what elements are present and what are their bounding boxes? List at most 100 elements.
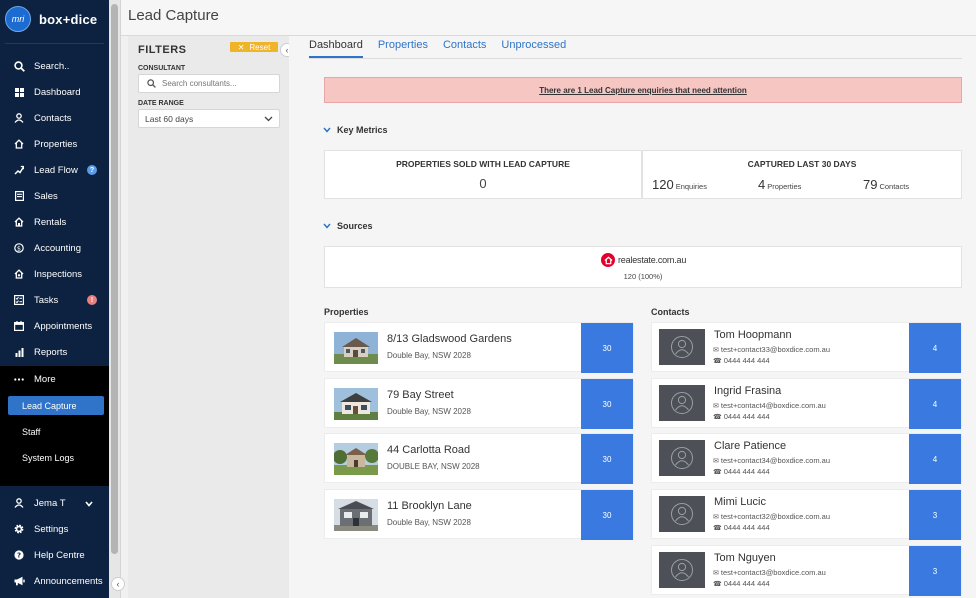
submenu-item-system-logs[interactable]: System Logs bbox=[8, 448, 104, 467]
help-icon: ? bbox=[12, 550, 26, 560]
enquiry-count-button[interactable]: 30 bbox=[581, 434, 633, 484]
contact-phone-row: ☎ 0444 444 444 bbox=[713, 523, 770, 532]
contact-name: Ingrid Frasina bbox=[714, 385, 782, 397]
contact-email[interactable]: test+contact33@boxdice.com.au bbox=[721, 345, 830, 354]
consultant-search-field[interactable] bbox=[138, 74, 280, 93]
scrollbar-thumb[interactable] bbox=[111, 4, 118, 554]
contact-phone[interactable]: 0444 444 444 bbox=[724, 523, 770, 532]
sidebar-item-search[interactable]: Search.. bbox=[0, 53, 109, 79]
enquiry-count-button[interactable]: 4 bbox=[909, 434, 961, 484]
brand[interactable]: mri box+dice bbox=[5, 6, 97, 32]
contact-card[interactable]: Tom Nguyen ✉ test+contact3@boxdice.com.au… bbox=[651, 545, 962, 596]
sidebar-item-label: Search.. bbox=[34, 60, 70, 72]
sidebar-item-tasks[interactable]: Tasks ! bbox=[0, 287, 109, 313]
tab-unprocessed[interactable]: Unprocessed bbox=[501, 38, 566, 58]
realestate-icon bbox=[601, 253, 615, 267]
contact-email-row: ✉ test+contact34@boxdice.com.au bbox=[713, 456, 830, 465]
brand-logo: mri bbox=[5, 6, 31, 32]
sidebar-item-contacts[interactable]: Contacts bbox=[0, 105, 109, 131]
sidebar-item-label: Help Centre bbox=[34, 549, 85, 561]
attention-alert-link[interactable]: There are 1 Lead Capture enquiries that … bbox=[539, 86, 747, 95]
sidebar-scrollbar[interactable] bbox=[109, 0, 121, 598]
contact-email-row: ✉ test+contact32@boxdice.com.au bbox=[713, 512, 830, 521]
contact-name: Mimi Lucic bbox=[714, 496, 766, 508]
brand-name: box+dice bbox=[39, 11, 98, 27]
sidebar-item-properties[interactable]: Properties bbox=[0, 131, 109, 157]
property-card[interactable]: 79 Bay Street Double Bay, NSW 2028 30 bbox=[324, 378, 634, 429]
contact-phone[interactable]: 0444 444 444 bbox=[724, 412, 770, 421]
property-card[interactable]: 11 Brooklyn Lane Double Bay, NSW 2028 30 bbox=[324, 489, 634, 540]
tab-contacts[interactable]: Contacts bbox=[443, 38, 486, 58]
sidebar-item-dashboard[interactable]: Dashboard bbox=[0, 79, 109, 105]
chevron-down-icon bbox=[85, 499, 93, 510]
property-address: 11 Brooklyn Lane bbox=[387, 500, 472, 512]
property-card[interactable]: 44 Carlotta Road DOUBLE BAY, NSW 2028 30 bbox=[324, 433, 634, 484]
enquiry-count-button[interactable]: 3 bbox=[909, 546, 961, 596]
megaphone-icon bbox=[12, 576, 26, 586]
property-card[interactable]: 8/13 Gladswood Gardens Double Bay, NSW 2… bbox=[324, 322, 634, 373]
search-icon bbox=[12, 60, 26, 72]
enquiry-count-button[interactable]: 4 bbox=[909, 323, 961, 373]
tab-dashboard[interactable]: Dashboard bbox=[309, 38, 363, 58]
avatar bbox=[659, 385, 705, 421]
property-suburb: DOUBLE BAY, NSW 2028 bbox=[387, 462, 480, 471]
enquiry-count-button[interactable]: 3 bbox=[909, 490, 961, 540]
contact-email[interactable]: test+contact32@boxdice.com.au bbox=[721, 512, 830, 521]
contact-card[interactable]: Tom Hoopmann ✉ test+contact33@boxdice.com… bbox=[651, 322, 962, 373]
submenu-item-staff[interactable]: Staff bbox=[8, 422, 104, 441]
date-range-select[interactable]: Last 60 days bbox=[138, 109, 280, 128]
sidebar-item-rentals[interactable]: Rentals bbox=[0, 209, 109, 235]
sidebar-item-settings[interactable]: Settings bbox=[0, 516, 109, 542]
enquiry-count-button[interactable]: 30 bbox=[581, 379, 633, 429]
user-menu[interactable]: Jema T bbox=[0, 490, 109, 516]
contact-card[interactable]: Ingrid Frasina ✉ test+contact4@boxdice.co… bbox=[651, 378, 962, 429]
contact-email[interactable]: test+contact4@boxdice.com.au bbox=[721, 401, 826, 410]
property-photo bbox=[334, 332, 378, 364]
enquiry-count-button[interactable]: 30 bbox=[581, 490, 633, 540]
consultant-search-input[interactable] bbox=[162, 79, 272, 88]
properties-heading: Properties bbox=[324, 307, 369, 317]
enquiry-count-button[interactable]: 4 bbox=[909, 379, 961, 429]
filters-title: FILTERS bbox=[138, 44, 187, 56]
filters-panel: FILTERS ✕ Reset ‹ CONSULTANT DATE RANGE … bbox=[128, 36, 294, 598]
sidebar-item-inspections[interactable]: Inspections bbox=[0, 261, 109, 287]
sidebar-item-reports[interactable]: Reports bbox=[0, 339, 109, 365]
property-photo bbox=[334, 443, 378, 475]
contacts-value: 79 bbox=[863, 177, 878, 192]
contacts-label: Contacts bbox=[879, 182, 910, 191]
contact-card[interactable]: Clare Patience ✉ test+contact34@boxdice.c… bbox=[651, 433, 962, 484]
sidebar-item-more[interactable]: More bbox=[0, 366, 109, 392]
sidebar-item-announcements[interactable]: Announcements bbox=[0, 568, 109, 594]
more-icon bbox=[12, 377, 26, 381]
metric-captured-last-30-days: CAPTURED LAST 30 DAYS 120 Enquiries 4 Prop… bbox=[642, 150, 962, 199]
main-content: Dashboard Properties Contacts Unprocesse… bbox=[289, 36, 976, 598]
contact-card[interactable]: Mimi Lucic ✉ test+contact32@boxdice.com.a… bbox=[651, 489, 962, 540]
sidebar-item-help-centre[interactable]: ? Help Centre bbox=[0, 542, 109, 568]
help-badge-icon[interactable]: ? bbox=[87, 165, 97, 175]
sidebar-item-accounting[interactable]: $ Accounting bbox=[0, 235, 109, 261]
tab-properties[interactable]: Properties bbox=[378, 38, 428, 58]
key-metrics-toggle[interactable]: Key Metrics bbox=[323, 125, 388, 135]
calendar-icon bbox=[12, 321, 26, 331]
consultant-label: CONSULTANT bbox=[138, 65, 186, 72]
sidebar-item-sales[interactable]: Sales bbox=[0, 183, 109, 209]
sources-toggle[interactable]: Sources bbox=[323, 221, 373, 231]
contact-email[interactable]: test+contact3@boxdice.com.au bbox=[721, 568, 826, 577]
enquiries-value: 120 bbox=[652, 177, 674, 192]
enquiry-count-button[interactable]: 30 bbox=[581, 323, 633, 373]
submenu-item-lead-capture[interactable]: Lead Capture bbox=[8, 396, 104, 415]
sidebar-item-label: Rentals bbox=[34, 216, 67, 228]
contact-phone[interactable]: 0444 444 444 bbox=[724, 467, 770, 476]
source-card[interactable]: realestate.com.au 120 (100%) bbox=[324, 246, 962, 288]
contact-phone[interactable]: 0444 444 444 bbox=[724, 356, 770, 365]
contact-email[interactable]: test+contact34@boxdice.com.au bbox=[721, 456, 830, 465]
sidebar-item-lead-flow[interactable]: Lead Flow ? bbox=[0, 157, 109, 183]
reset-button[interactable]: ✕ Reset bbox=[230, 42, 278, 52]
alert-badge-icon: ! bbox=[87, 295, 97, 305]
phone-icon: ☎ bbox=[713, 413, 722, 421]
gear-icon bbox=[12, 523, 26, 535]
property-suburb: Double Bay, NSW 2028 bbox=[387, 351, 471, 360]
sidebar-item-appointments[interactable]: Appointments bbox=[0, 313, 109, 339]
contact-phone[interactable]: 0444 444 444 bbox=[724, 579, 770, 588]
collapse-sidebar-button[interactable]: ‹ bbox=[111, 577, 125, 591]
